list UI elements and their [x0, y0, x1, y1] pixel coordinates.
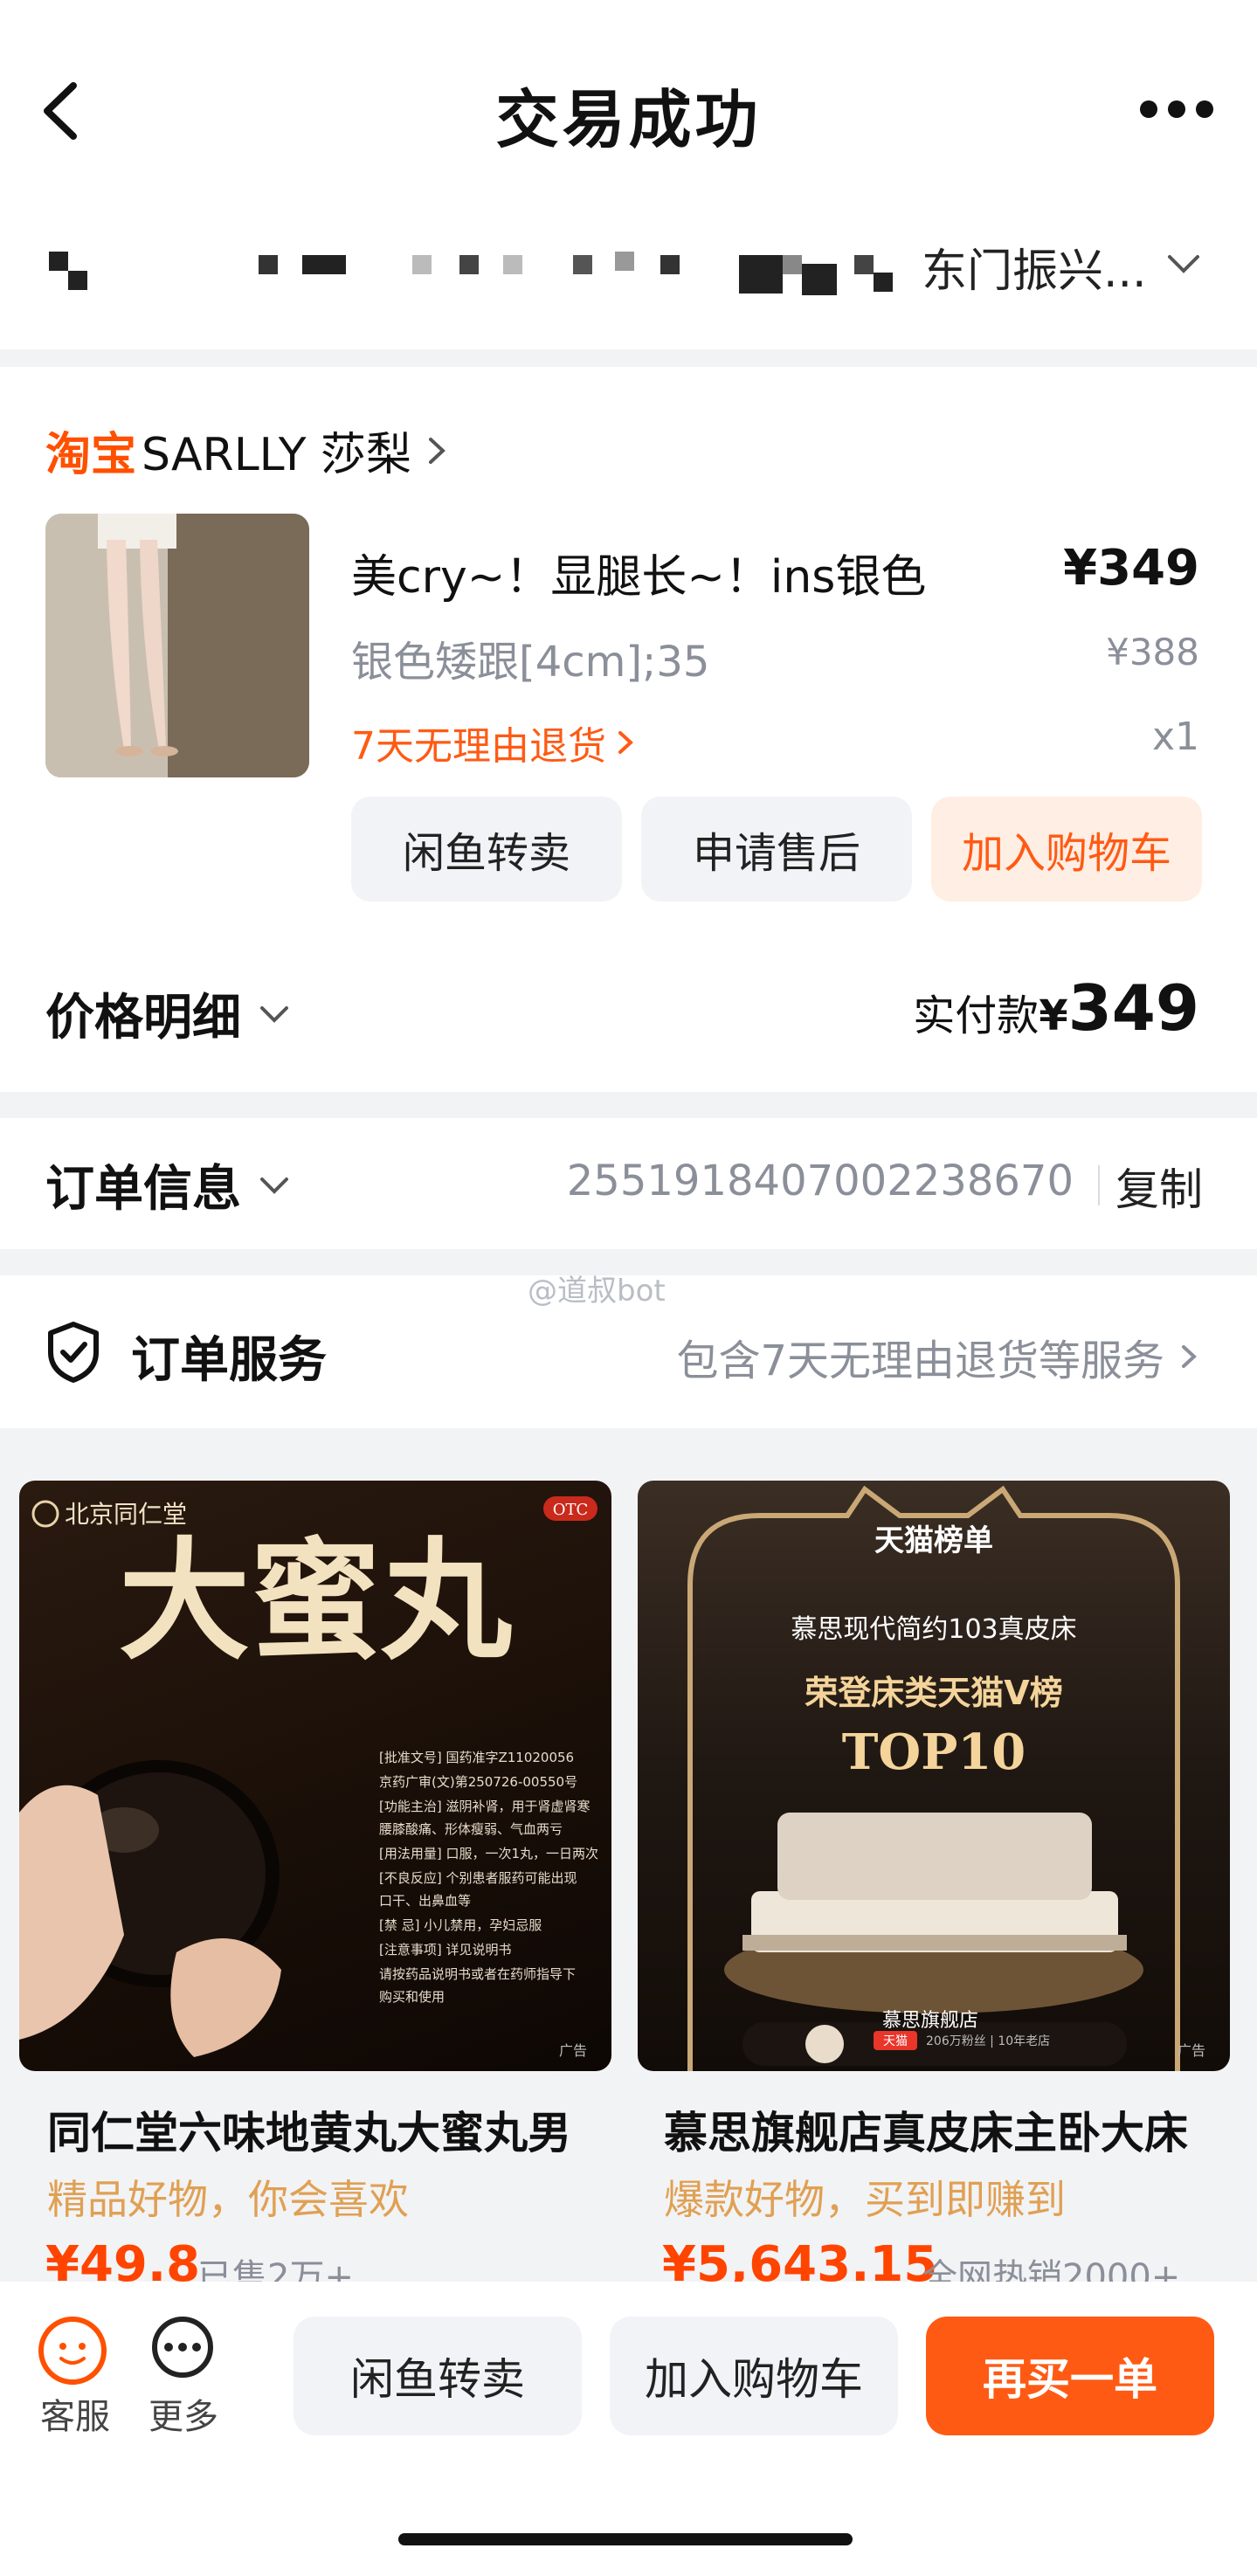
- paid-amount: 实付款 ¥ 349: [913, 971, 1199, 1045]
- svg-text:购买和使用: 购买和使用: [379, 1989, 445, 2005]
- order-number: 2551918407002238670: [566, 1157, 1074, 1205]
- ad-line2: 荣登床类天猫V榜: [805, 1674, 1062, 1712]
- price-detail-label: 价格明细: [45, 990, 241, 1046]
- svg-text:[禁 忌] 小儿禁用，孕妇忌服: [禁 忌] 小儿禁用，孕妇忌服: [379, 1917, 542, 1933]
- address-text[interactable]: 东门振兴...: [922, 234, 1147, 300]
- ad-store-meta: 206万粉丝 | 10年老店: [926, 2034, 1050, 2048]
- buy-again-button[interactable]: 再买一单: [926, 2317, 1214, 2435]
- return-policy-text: 7天无理由退货: [351, 724, 606, 769]
- svg-text:[用法用量] 口服，一次1丸，一日两次: [用法用量] 口服，一次1丸，一日两次: [379, 1846, 598, 1861]
- taobao-logo: 淘宝: [45, 429, 137, 481]
- svg-text:[批准文号] 国药准字Z11020056: [批准文号] 国药准字Z11020056: [379, 1750, 574, 1765]
- product-ad-image: 天猫榜单 慕思现代简约103真皮床 荣登床类天猫V榜 TOP10 天猫 慕思旗舰…: [687, 1485, 1205, 2071]
- price-detail-toggle[interactable]: 价格明细: [45, 978, 292, 1049]
- otc-badge: OTC: [553, 1501, 589, 1519]
- recommend-item-title[interactable]: 慕思旗舰店真皮床主卧大床: [664, 2098, 1188, 2161]
- resell-xianyu-button[interactable]: 闲鱼转卖: [351, 797, 622, 901]
- more-icon[interactable]: [152, 2317, 213, 2378]
- svg-text:[功能主治] 滋阴补肾，用于肾虚肾寒: [功能主治] 滋阴补肾，用于肾虚肾寒: [379, 1799, 590, 1814]
- svg-text:[注意事项] 详见说明书: [注意事项] 详见说明书: [379, 1942, 511, 1958]
- address-obscured: [49, 252, 893, 295]
- svg-text:请按药品说明书或者在药师指导下: 请按药品说明书或者在药师指导下: [379, 1966, 576, 1982]
- legs-photo-image: [45, 514, 309, 777]
- customer-service-label[interactable]: 客服: [40, 2388, 110, 2439]
- ad-tag: 广告: [559, 2042, 587, 2059]
- product-sku: 银色矮跟[4cm];35: [351, 638, 710, 687]
- svg-text:口干、出鼻血等: 口干、出鼻血等: [379, 1893, 471, 1909]
- chevron-down-icon: [260, 1005, 288, 1023]
- resell-xianyu-button[interactable]: 闲鱼转卖: [294, 2317, 582, 2435]
- chevron-down-icon: [260, 1177, 288, 1194]
- recommend-item-image[interactable]: 天猫榜单 慕思现代简约103真皮床 荣登床类天猫V榜 TOP10 天猫 慕思旗舰…: [638, 1481, 1230, 2071]
- svg-text:腰膝酸痛、形体瘦弱、气血两亏: 腰膝酸痛、形体瘦弱、气血两亏: [379, 1821, 563, 1837]
- after-sale-button[interactable]: 申请售后: [641, 797, 912, 901]
- service-summary-text: 包含7天无理由退货等服务: [676, 1336, 1164, 1385]
- return-policy-link[interactable]: 7天无理由退货: [351, 715, 636, 770]
- shop-link[interactable]: 淘宝 SARLLY 莎梨: [45, 418, 448, 483]
- original-price: ¥388: [1106, 631, 1199, 673]
- product-price: ¥349: [1063, 540, 1199, 597]
- chevron-right-icon: [1182, 1345, 1197, 1368]
- order-info-toggle[interactable]: 订单信息: [45, 1150, 292, 1220]
- paid-value: 349: [1067, 971, 1199, 1045]
- svg-text:[不良反应] 个别患者服药可能出现: [不良反应] 个别患者服药可能出现: [379, 1870, 577, 1886]
- order-detail-page: 交易成功 东门振兴... 淘宝 SARLLY 莎梨 美cry~！显腿长~！ins…: [0, 0, 1257, 2576]
- ad-top: 天猫榜单: [874, 1523, 993, 1558]
- smile-face-icon: [59, 2343, 86, 2365]
- shield-check-icon: [48, 1322, 99, 1383]
- recommend-item-title[interactable]: 同仁堂六味地黄丸大蜜丸男: [47, 2098, 571, 2161]
- more-options-icon[interactable]: [1140, 96, 1213, 122]
- customer-service-icon[interactable]: [38, 2317, 107, 2385]
- recommend-item-subtitle: 爆款好物，买到即赚到: [664, 2176, 1066, 2223]
- ad-headline: 大蜜丸: [119, 1524, 512, 1678]
- recommend-item-image[interactable]: 北京同仁堂 OTC 大蜜丸 [批准文号] 国药准字Z11020056 京药广审(…: [19, 1481, 611, 2071]
- order-service-summary[interactable]: 包含7天无理由退货等服务: [676, 1326, 1199, 1387]
- page-title: 交易成功: [495, 83, 762, 156]
- more-label[interactable]: 更多: [148, 2388, 218, 2439]
- order-service-label: 订单服务: [131, 1332, 327, 1389]
- chevron-right-icon: [429, 437, 445, 464]
- product-thumbnail[interactable]: [45, 514, 309, 777]
- ad-rank: TOP10: [842, 1723, 1026, 1781]
- ad-notes: [批准文号] 国药准字Z11020056 京药广审(文)第250726-0055…: [379, 1750, 598, 2005]
- paid-label: 实付款: [913, 991, 1039, 1040]
- order-info-label: 订单信息: [45, 1161, 241, 1218]
- add-to-cart-button[interactable]: 加入购物车: [610, 2317, 898, 2435]
- divider: [1098, 1165, 1100, 1205]
- paid-currency: ¥: [1039, 991, 1068, 1040]
- watermark: @道叔bot: [528, 1274, 666, 1309]
- ad-store: 慕思旗舰店: [882, 2010, 978, 2032]
- product-name[interactable]: 美cry~！显腿长~！ins银色: [351, 540, 926, 605]
- product-quantity: x1: [1151, 715, 1199, 759]
- ad-line1: 慕思现代简约103真皮床: [791, 1614, 1076, 1645]
- chevron-right-icon: [618, 731, 633, 754]
- recommend-item-subtitle: 精品好物，你会喜欢: [47, 2176, 409, 2223]
- copy-order-button[interactable]: 复制: [1115, 1155, 1203, 1218]
- svg-text:京药广审(文)第250726-00550号: 京药广审(文)第250726-00550号: [379, 1774, 577, 1790]
- home-indicator: [398, 2533, 853, 2545]
- product-ad-image: 北京同仁堂 OTC 大蜜丸 [批准文号] 国药准字Z11020056 京药广审(…: [19, 1496, 598, 2059]
- ad-tag: 广告: [1178, 2042, 1205, 2059]
- add-to-cart-button[interactable]: 加入购物车: [931, 797, 1202, 901]
- ad-store-badge: 天猫: [883, 2034, 908, 2048]
- chevron-down-icon[interactable]: [1166, 252, 1201, 278]
- shop-name: SARLLY 莎梨: [142, 429, 412, 481]
